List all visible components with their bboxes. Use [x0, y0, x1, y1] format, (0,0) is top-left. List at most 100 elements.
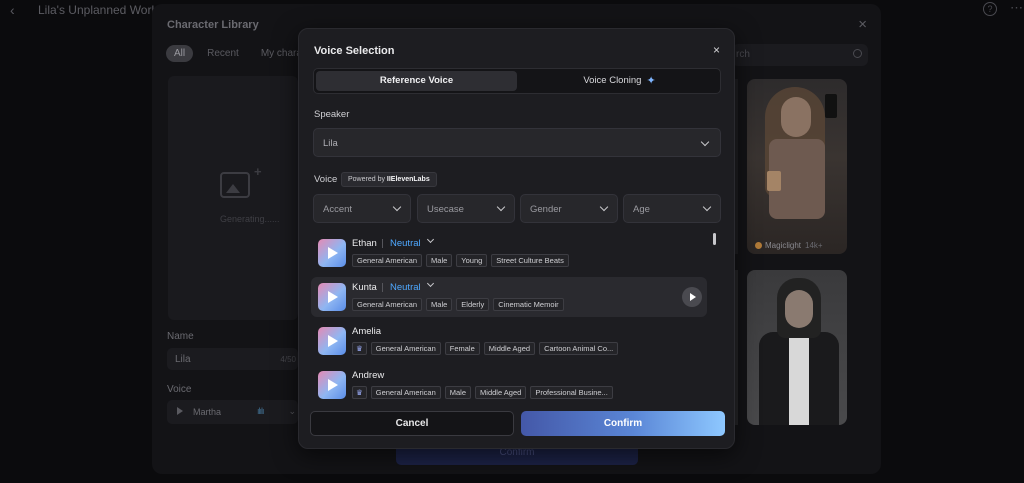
voice-row-amelia[interactable]: Amelia ♛ General American Female Middle … [311, 321, 707, 361]
sparkle-icon: ✦ [646, 75, 656, 87]
chevron-down-icon [392, 202, 402, 212]
chevron-down-icon[interactable] [426, 235, 435, 244]
chevron-down-icon[interactable]: ⌄ [288, 406, 296, 417]
voice-name: Andrew [352, 370, 385, 381]
chevron-down-icon [702, 202, 712, 212]
plus-icon: + [254, 164, 262, 179]
filter-age[interactable]: Age [623, 194, 721, 223]
chevron-down-icon [599, 202, 609, 212]
project-title: Lila's Unplanned Work [38, 3, 158, 17]
chevron-down-icon [700, 137, 710, 147]
voice-name: Amelia [352, 326, 382, 337]
library-search-input[interactable]: rch [732, 44, 868, 66]
voice-mode-tabs: Reference Voice Voice Cloning ✦ [313, 68, 721, 94]
more-icon[interactable]: ⋯ [1010, 0, 1023, 16]
tag-gender: Female [444, 342, 480, 355]
filter-gender[interactable]: Gender [520, 194, 618, 223]
name-label: Name [167, 331, 194, 342]
tag-age: Middle Aged [483, 342, 536, 355]
tag-accent: General American [370, 342, 441, 355]
tag-usecase: Cartoon Animal Co... [539, 342, 619, 355]
voice-selection-modal: Voice Selection × Reference Voice Voice … [298, 28, 735, 449]
voice-avatar[interactable] [318, 239, 346, 267]
help-icon[interactable]: ? [983, 2, 997, 16]
card-use-count: 14k+ [805, 241, 823, 250]
search-icon [853, 49, 862, 58]
card-tag: Magiclight 14k+ [755, 241, 823, 250]
name-char-count: 4/50 [280, 355, 296, 364]
creator-avatar-icon [755, 242, 762, 249]
waveform-icon: ılılı [257, 406, 264, 416]
voice-tags: ♛ General American Female Middle Aged Ca… [352, 342, 619, 355]
tag-gender: Male [426, 254, 453, 267]
portrait-face [781, 97, 811, 137]
name-field[interactable]: Lila 4/50 [167, 348, 298, 370]
voice-label-bg: Voice [167, 384, 192, 395]
play-icon [328, 291, 338, 303]
tag-usecase: Professional Busine... [530, 386, 613, 399]
filter-accent[interactable]: Accent [313, 194, 411, 223]
tag-accent: General American [370, 386, 441, 399]
search-placeholder: rch [736, 49, 750, 60]
play-icon [328, 247, 338, 259]
modal-title: Voice Selection [314, 45, 395, 57]
voice-avatar[interactable] [318, 327, 346, 355]
voice-row-andrew[interactable]: Andrew ♛ General American Male Middle Ag… [311, 365, 707, 405]
filter-age-label: Age [633, 204, 650, 215]
library-tab-recent[interactable]: Recent [199, 45, 247, 62]
character-card-businesswoman[interactable] [747, 270, 847, 425]
voice-tags: ♛ General American Male Middle Aged Prof… [352, 386, 613, 399]
voice-list[interactable]: Ethan Neutral General American Male Youn… [311, 233, 723, 405]
filter-usecase[interactable]: Usecase [417, 194, 515, 223]
powered-prefix: Powered by [348, 176, 385, 183]
portrait-phone [825, 94, 837, 118]
powered-by-badge: Powered by IIElevenLabs [341, 172, 437, 187]
speaker-select[interactable]: Lila [313, 128, 721, 157]
card-creator-name: Magiclight [765, 241, 802, 250]
filter-usecase-label: Usecase [427, 204, 464, 215]
library-close-icon[interactable]: × [858, 16, 867, 33]
voice-name: Kunta [352, 282, 377, 293]
crown-icon: ♛ [352, 342, 367, 355]
filter-accent-label: Accent [323, 204, 353, 215]
tab-voice-cloning[interactable]: Voice Cloning ✦ [519, 71, 720, 91]
tag-usecase: Street Culture Beats [491, 254, 569, 267]
voice-name: Ethan [352, 238, 377, 249]
confirm-button[interactable]: Confirm [521, 411, 725, 436]
voice-row-ethan[interactable]: Ethan Neutral General American Male Youn… [311, 233, 707, 273]
chevron-down-icon [496, 202, 506, 212]
divider [382, 239, 383, 248]
voice-row-kunta[interactable]: Kunta Neutral General American Male Elde… [311, 277, 707, 317]
library-tab-all[interactable]: All [166, 45, 194, 62]
play-button[interactable] [682, 287, 702, 307]
chevron-down-icon[interactable] [426, 279, 435, 288]
tag-usecase: Cinematic Memoir [493, 298, 564, 311]
voice-list-scrollbar[interactable] [713, 233, 716, 245]
voice-avatar[interactable] [318, 283, 346, 311]
play-icon [328, 335, 338, 347]
speaker-value: Lila [323, 138, 338, 149]
powered-brand: IIElevenLabs [386, 176, 430, 183]
tab-voice-cloning-label: Voice Cloning [583, 75, 642, 86]
back-arrow-icon[interactable]: ‹ [10, 2, 15, 18]
crown-icon: ♛ [352, 386, 367, 399]
voice-value: Martha [193, 407, 222, 417]
play-icon[interactable] [177, 407, 183, 415]
modal-close-icon[interactable]: × [713, 43, 720, 57]
cancel-button[interactable]: Cancel [310, 411, 514, 436]
voice-label: Voice [314, 174, 338, 185]
tab-reference-voice[interactable]: Reference Voice [316, 71, 517, 91]
tag-age: Middle Aged [475, 386, 527, 399]
portrait-shirt [789, 336, 809, 425]
generating-text: Generating...... [220, 214, 280, 224]
tag-accent: General American [352, 298, 423, 311]
filter-gender-label: Gender [530, 204, 562, 215]
portrait-face [785, 290, 813, 328]
name-value: Lila [175, 354, 191, 365]
voice-avatar[interactable] [318, 371, 346, 399]
tag-age: Young [456, 254, 488, 267]
character-card-magiclight[interactable]: Magiclight 14k+ [747, 79, 847, 254]
voice-tags: General American Male Young Street Cultu… [352, 254, 569, 267]
voice-field[interactable]: Martha ılılı ⌄ [167, 400, 298, 424]
generating-placeholder: + Generating...... [168, 76, 298, 320]
